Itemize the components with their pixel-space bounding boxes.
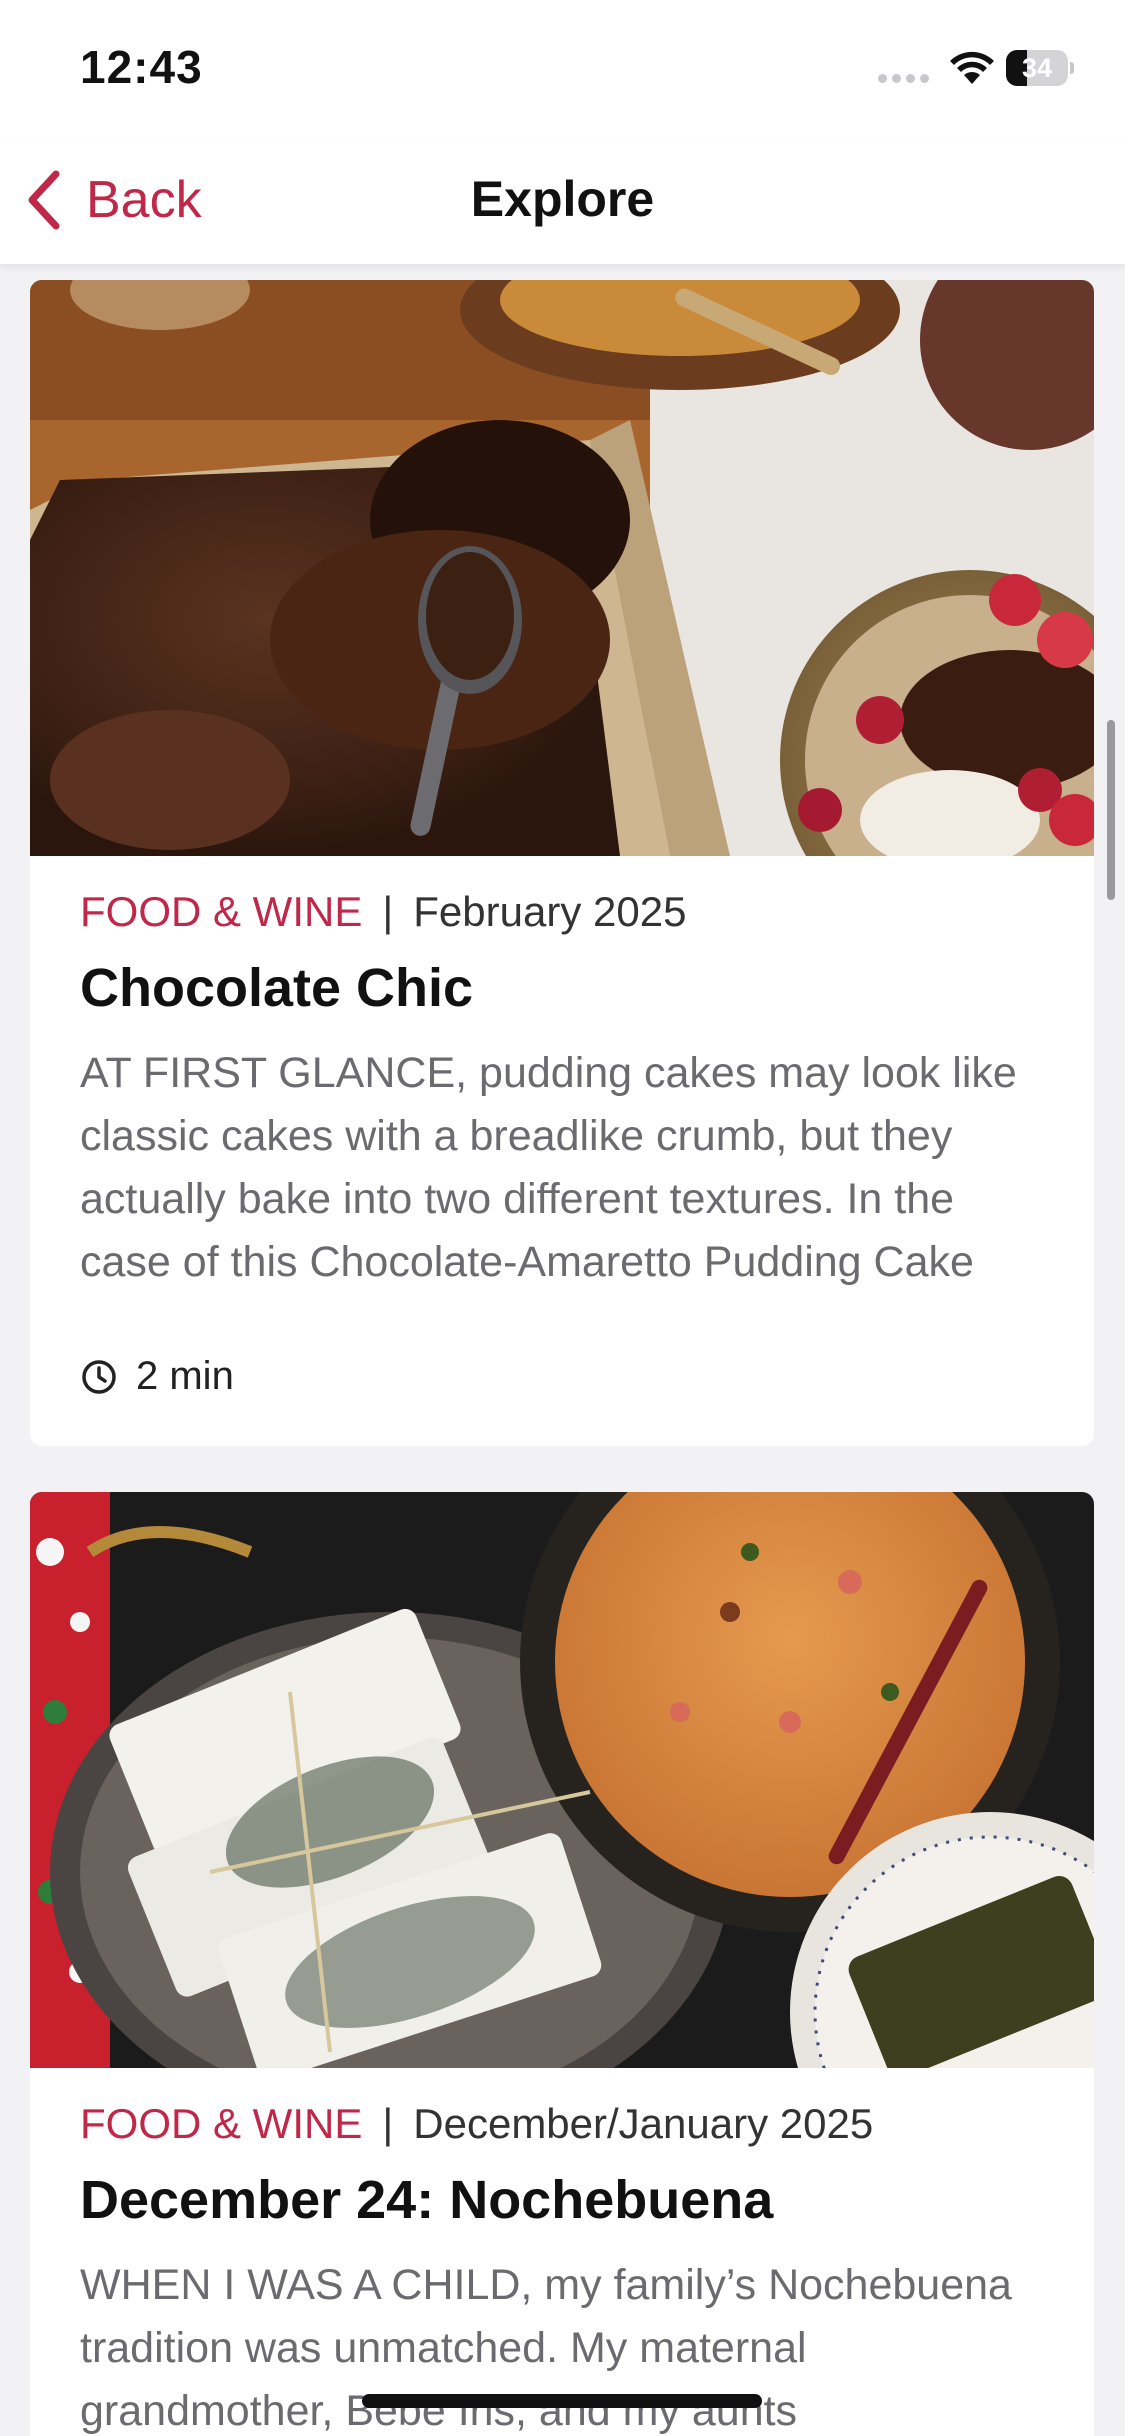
article-card[interactable]: FOOD & WINE | February 2025 Chocolate Chic… — [30, 280, 1094, 1446]
article-title[interactable]: December 24: Nochebuena — [80, 2168, 1044, 2232]
issue-label: December/January 2025 — [413, 2100, 874, 2147]
article-meta: FOOD & WINE | December/January 2025 — [80, 2098, 1044, 2150]
battery-level: 34 — [1021, 53, 1053, 83]
publisher-label: FOOD & WINE — [80, 888, 363, 935]
battery-icon: 34 — [1006, 50, 1074, 86]
article-meta: FOOD & WINE | February 2025 — [80, 886, 1044, 938]
read-time-label: 2 min — [136, 1354, 234, 1398]
chocolate-pudding-cake-photo — [30, 280, 1094, 856]
article-feed[interactable]: FOOD & WINE | February 2025 Chocolate Chic… — [0, 264, 1125, 2436]
article-card[interactable]: FOOD & WINE | December/January 2025 Decemb… — [30, 1492, 1094, 2436]
issue-label: February 2025 — [413, 888, 687, 935]
navigation-bar: Back Explore — [0, 140, 1125, 264]
clock-icon — [82, 1359, 116, 1394]
wifi-icon — [950, 51, 994, 84]
home-indicator[interactable] — [362, 2394, 762, 2408]
cellular-signal-icon — [878, 74, 929, 83]
meta-separator: | — [382, 888, 394, 935]
publisher-label: FOOD & WINE — [80, 2100, 363, 2147]
article-excerpt: AT FIRST GLANCE, pudding cakes may look … — [80, 1049, 1017, 1286]
status-bar: 12:43 34 — [0, 0, 1125, 140]
article-title[interactable]: Chocolate Chic — [80, 956, 1044, 1020]
article-excerpt: WHEN I WAS A CHILD, my family’s Nochebue… — [80, 2261, 1012, 2435]
read-time: 2 min — [80, 1354, 1044, 1399]
tamales-and-rice-photo — [30, 1492, 1094, 2068]
page-title: Explore — [470, 171, 655, 227]
status-time: 12:43 — [80, 41, 203, 93]
meta-separator: | — [382, 2100, 394, 2147]
scroll-indicator[interactable] — [1107, 720, 1115, 900]
